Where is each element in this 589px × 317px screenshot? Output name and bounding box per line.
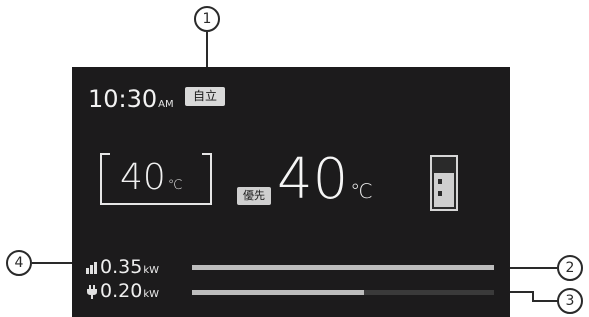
power-generation-icon [86,261,97,274]
tank-level-icon [430,155,458,211]
current-temperature-value: 40 [277,147,349,212]
callout-4: 4 [6,250,32,276]
clock: 10:30AM [88,85,174,113]
generation-value: 0.35 [100,256,143,278]
clock-time: 10:30 [88,85,158,113]
set-temperature-box: 40 ℃ [100,153,212,205]
consumption-row: 0.20kW [86,280,159,302]
set-temperature-value: 40 [120,157,166,198]
consumption-value: 0.20 [100,280,143,302]
generation-unit: kW [143,265,159,276]
tank-fill [434,173,454,207]
callout-2: 2 [557,255,583,281]
set-temperature-unit: ℃ [167,178,183,193]
priority-badge: 優先 [237,187,271,205]
generation-row: 0.35kW [86,256,159,278]
consumption-unit: kW [143,289,159,300]
set-temperature: 40 ℃ [120,157,182,198]
generation-bar [192,265,494,270]
generation-bar-fill [192,265,494,270]
consumption-bar-fill [192,290,365,295]
current-temperature-unit: ℃ [350,179,373,203]
plug-icon [87,284,97,299]
callout-3: 3 [557,288,583,314]
remote-display-screen: 10:30AM 自立 40 ℃ 優先 40 ℃ 0.35kW 0.20kW [72,67,510,317]
current-temperature: 40 ℃ [277,145,373,226]
clock-ampm: AM [158,99,174,110]
consumption-bar [192,290,494,295]
callout-1: 1 [194,6,220,32]
mode-badge: 自立 [185,87,225,106]
callout-3-leader-h2 [532,300,558,302]
